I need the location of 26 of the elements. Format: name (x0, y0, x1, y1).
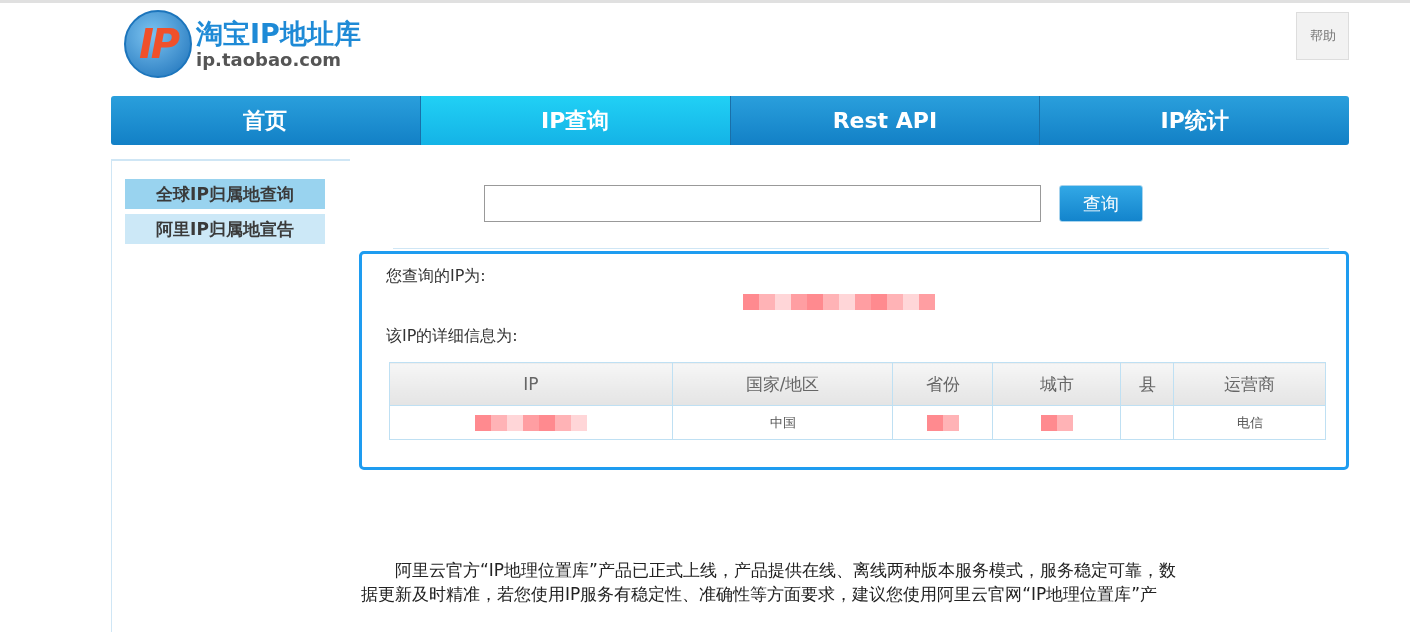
nav-tab[interactable]: IP统计 (1040, 96, 1349, 145)
logo-title: 淘宝IP地址库 (196, 18, 361, 50)
notice-line: 阿里云官方“IP地理位置库”产品已正式上线，产品提供在线、离线两种版本服务模式，服务稳定可靠，数 (394, 559, 1177, 582)
nav-tab[interactable]: 首页 (111, 96, 421, 145)
redaction-mark (926, 414, 959, 431)
table-cell: 电信 (1173, 405, 1326, 440)
column-header: 省份 (892, 362, 993, 406)
column-header: 城市 (992, 362, 1121, 406)
column-header: 国家/地区 (672, 362, 893, 406)
column-header: 运营商 (1173, 362, 1326, 406)
column-header: IP (389, 362, 673, 406)
logo-mark: IP (138, 21, 178, 67)
ip-label: 您查询的IP为: (386, 265, 487, 287)
help-button[interactable]: 帮助 (1296, 12, 1349, 60)
nav-tab[interactable]: IP查询 (420, 96, 731, 145)
sidebar-item[interactable]: 阿里IP归属地宣告 (125, 214, 325, 244)
nav-tab[interactable]: Rest API (730, 96, 1041, 145)
redaction-mark (1040, 414, 1073, 431)
column-header: 县 (1120, 362, 1174, 406)
notice-line: 据更新及时精准，若您使用IP服务有稳定性、准确性等方面要求，建议您使用阿里云官网“IP地理位置库”产 (361, 583, 1159, 606)
detail-label: 该IP的详细信息为: (386, 325, 519, 347)
table-cell: 中国 (672, 405, 893, 440)
logo-domain: ip.taobao.com (196, 50, 343, 70)
sidebar-item[interactable]: 全球IP归属地查询 (125, 179, 325, 209)
search-button[interactable]: 查询 (1058, 185, 1143, 222)
ip-search-field[interactable] (483, 185, 1041, 222)
